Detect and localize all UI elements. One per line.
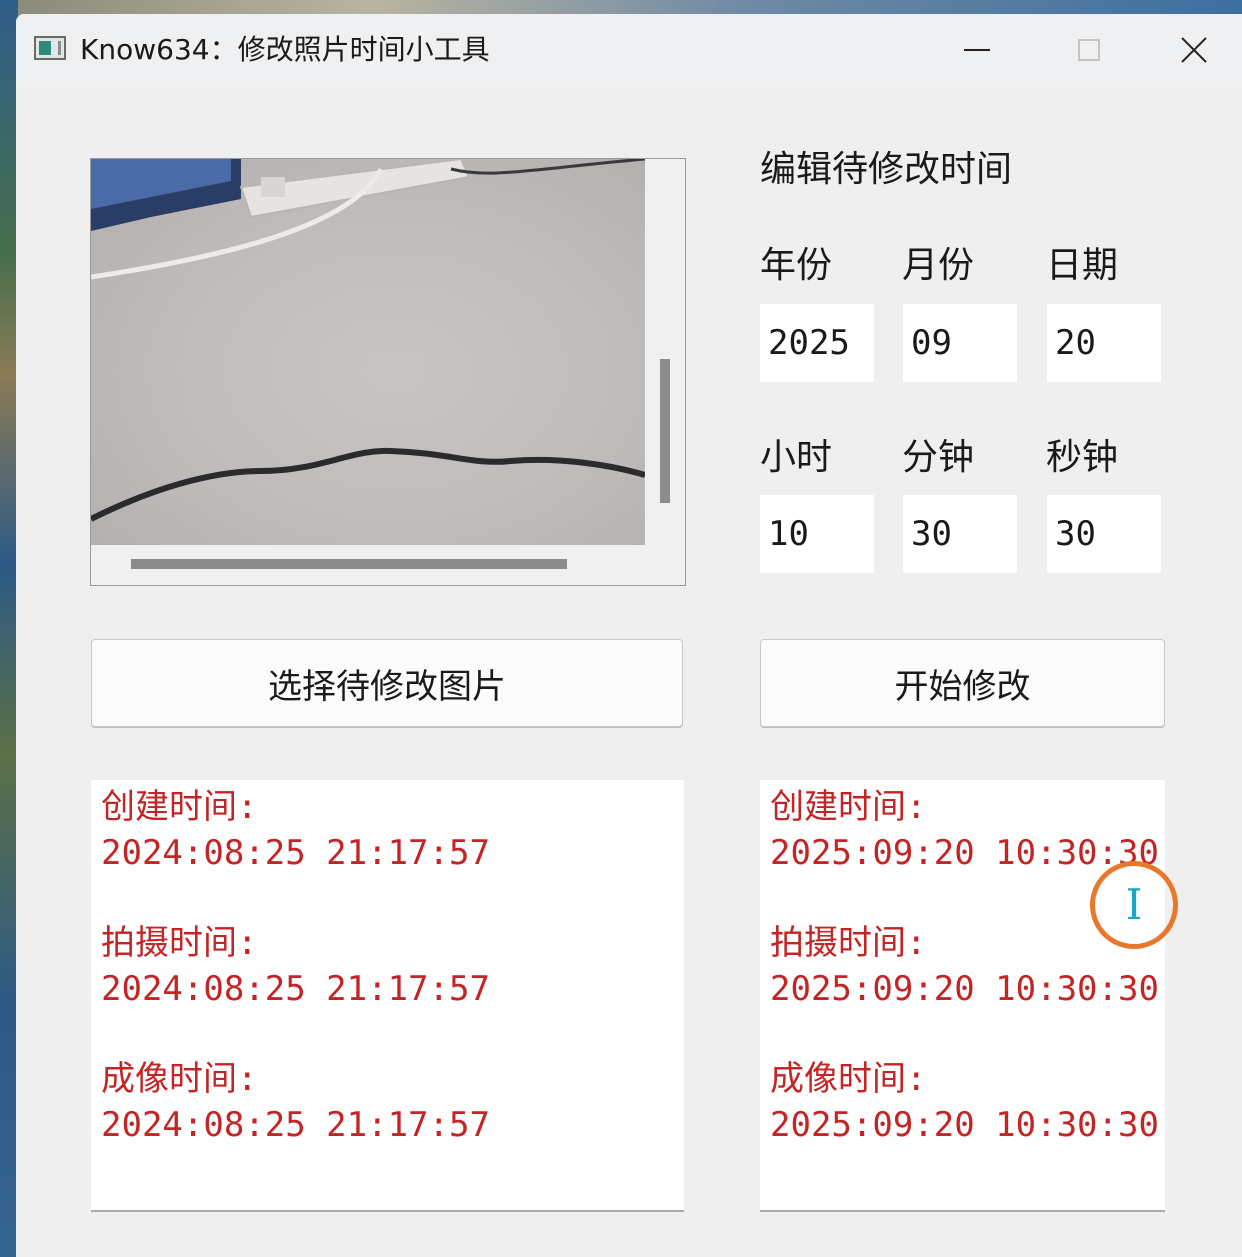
- start-modify-button[interactable]: 开始修改: [760, 639, 1165, 727]
- minimize-button[interactable]: [922, 14, 1032, 86]
- select-image-button[interactable]: 选择待修改图片: [91, 639, 683, 727]
- app-window: Know634：修改照片时间小工具 编辑待修改时间 年份 月份 日期 2025 …: [16, 14, 1242, 1257]
- original-time-info-box[interactable]: 创建时间: 2024:08:25 21:17:57 拍摄时间: 2024:08:…: [91, 780, 684, 1212]
- image-preview-area[interactable]: [90, 158, 686, 586]
- original-digitized-label: 成像时间:: [101, 1059, 258, 1099]
- second-input[interactable]: [1047, 495, 1161, 573]
- window-title: Know634：修改照片时间小工具: [80, 33, 490, 66]
- photo-preview: [91, 159, 645, 545]
- original-shot-label: 拍摄时间:: [101, 923, 258, 963]
- month-input[interactable]: [903, 304, 1017, 382]
- close-icon: [1181, 37, 1207, 63]
- hour-input[interactable]: [760, 495, 874, 573]
- horizontal-scrollbar-thumb[interactable]: [131, 559, 567, 569]
- modified-create-label: 创建时间:: [770, 787, 927, 827]
- hour-label: 小时: [760, 437, 833, 478]
- modified-create-value: 2025:09:20 10:30:30: [770, 833, 1159, 873]
- app-icon: [34, 36, 66, 60]
- year-input[interactable]: [760, 304, 874, 382]
- year-label: 年份: [760, 245, 833, 286]
- modified-digitized-label: 成像时间:: [770, 1059, 927, 1099]
- modified-time-info-box[interactable]: 创建时间: 2025:09:20 10:30:30 拍摄时间: 2025:09:…: [760, 780, 1165, 1212]
- title-bar[interactable]: Know634：修改照片时间小工具: [16, 14, 1242, 86]
- original-create-label: 创建时间:: [101, 787, 258, 827]
- minute-input[interactable]: [903, 495, 1017, 573]
- minimize-icon: [964, 49, 990, 51]
- original-create-value: 2024:08:25 21:17:57: [101, 833, 490, 873]
- second-label: 秒钟: [1046, 437, 1119, 478]
- maximize-button[interactable]: [1034, 14, 1144, 86]
- edit-section-title: 编辑待修改时间: [760, 149, 1013, 190]
- text-cursor-icon: I: [1125, 880, 1143, 929]
- modified-digitized-value: 2025:09:20 10:30:30: [770, 1105, 1159, 1145]
- month-label: 月份: [902, 245, 975, 286]
- original-shot-value: 2024:08:25 21:17:57: [101, 969, 490, 1009]
- cursor-highlight-ring: I: [1090, 861, 1178, 949]
- maximize-icon: [1078, 39, 1100, 61]
- day-label: 日期: [1046, 245, 1119, 286]
- vertical-scrollbar-thumb[interactable]: [660, 359, 670, 503]
- modified-shot-value: 2025:09:20 10:30:30: [770, 969, 1159, 1009]
- original-digitized-value: 2024:08:25 21:17:57: [101, 1105, 490, 1145]
- minute-label: 分钟: [902, 437, 975, 478]
- day-input[interactable]: [1047, 304, 1161, 382]
- close-button[interactable]: [1146, 14, 1242, 86]
